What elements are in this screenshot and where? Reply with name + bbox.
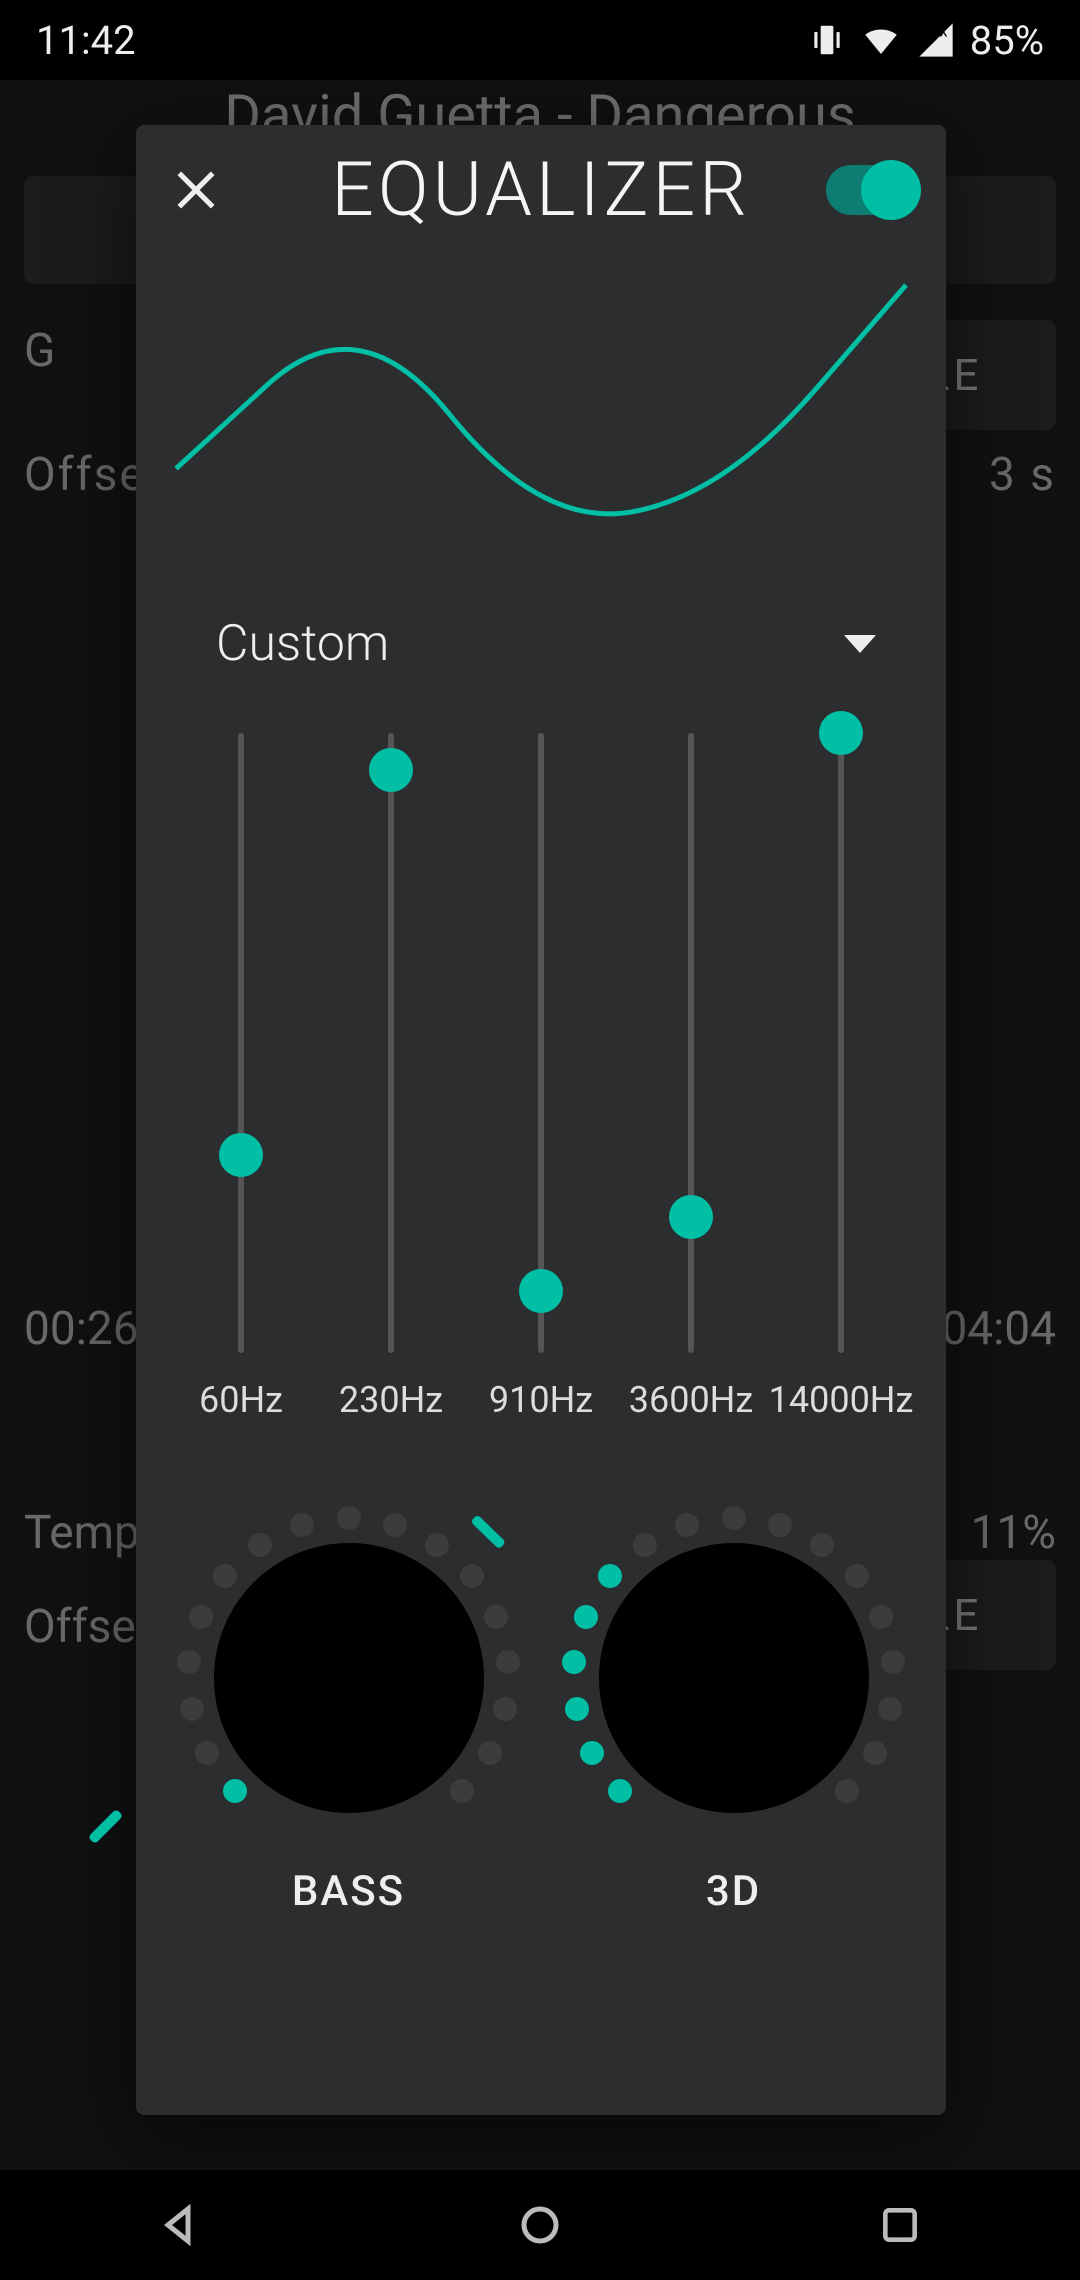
knob-tick — [223, 1779, 247, 1803]
toggle-thumb — [861, 160, 921, 220]
knob-tick — [337, 1506, 361, 1530]
equalizer-toggle[interactable] — [826, 165, 916, 215]
knob-tick — [869, 1605, 893, 1629]
slider-freq-label: 60Hz — [199, 1379, 283, 1421]
equalizer-modal: EQUALIZER Custom 60Hz 230Hz 910Hz 3600Hz 140… — [136, 125, 946, 2115]
eq-slider-230[interactable]: 230Hz — [316, 733, 466, 1443]
close-icon — [171, 165, 221, 215]
eq-curve — [136, 255, 946, 585]
offset-value: 3 s — [989, 448, 1056, 502]
knob-tick — [722, 1506, 746, 1530]
3d-knob-label: 3D — [706, 1867, 761, 1916]
home-icon — [516, 2201, 564, 2249]
preset-selector[interactable]: Custom — [136, 585, 946, 703]
knob-tick — [881, 1650, 905, 1674]
knob-tick — [580, 1741, 604, 1765]
navigation-bar — [0, 2170, 1080, 2280]
knob-tick — [810, 1533, 834, 1557]
knob-tick — [598, 1564, 622, 1588]
wifi-icon — [860, 19, 902, 61]
status-right: x 85% — [808, 17, 1044, 64]
svg-text:x: x — [939, 23, 947, 42]
preset-label: Custom — [216, 615, 389, 673]
time-current: 00:26 — [24, 1302, 139, 1356]
knob-tick — [484, 1605, 508, 1629]
modal-title: EQUALIZER — [331, 146, 751, 234]
knob-tick — [565, 1697, 589, 1721]
signal-icon: x — [916, 20, 956, 60]
knob-tick — [290, 1513, 314, 1537]
knob-tick — [425, 1533, 449, 1557]
back-icon — [156, 2201, 204, 2249]
eq-sliders: 60Hz 230Hz 910Hz 3600Hz 14000Hz — [136, 703, 946, 1443]
knob-tick — [845, 1564, 869, 1588]
knob-tick — [608, 1779, 632, 1803]
eq-slider-910[interactable]: 910Hz — [466, 733, 616, 1443]
slider-thumb — [819, 711, 863, 755]
knob-tick — [633, 1533, 657, 1557]
knob-tick — [460, 1564, 484, 1588]
recents-button[interactable] — [872, 2197, 928, 2253]
knobs-row: BASS 3D — [136, 1443, 946, 1916]
tempo-value: 11% — [971, 1506, 1056, 1560]
slider-track — [238, 733, 244, 1353]
knob-tick — [248, 1533, 272, 1557]
knob-tick — [195, 1741, 219, 1765]
knob-tick — [768, 1513, 792, 1537]
tempo-label: Temp — [24, 1506, 140, 1560]
bass-knob-label: BASS — [292, 1867, 405, 1916]
slider-track — [688, 733, 694, 1353]
knob-tick — [562, 1650, 586, 1674]
knob-tick — [450, 1779, 474, 1803]
close-button[interactable] — [166, 160, 226, 220]
slider-freq-label: 3600Hz — [629, 1379, 753, 1421]
slider-thumb — [519, 1269, 563, 1313]
eq-curve-svg — [136, 255, 946, 585]
recents-icon — [878, 2203, 922, 2247]
knob-tick — [675, 1513, 699, 1537]
knob-tick — [478, 1741, 502, 1765]
eq-slider-3600[interactable]: 3600Hz — [616, 733, 766, 1443]
offset2-label: Offse — [24, 1600, 136, 1654]
knob-tick — [383, 1513, 407, 1537]
knob-tick — [835, 1779, 859, 1803]
knob-tick — [574, 1605, 598, 1629]
slider-freq-label: 14000Hz — [769, 1379, 914, 1421]
knob-tick — [496, 1650, 520, 1674]
slider-track — [838, 733, 844, 1353]
slider-freq-label: 230Hz — [339, 1379, 443, 1421]
status-battery: 85% — [970, 17, 1044, 64]
knob-tick — [863, 1741, 887, 1765]
knob-tick — [493, 1697, 517, 1721]
eq-slider-60[interactable]: 60Hz — [166, 733, 316, 1443]
bass-knob[interactable] — [174, 1503, 524, 1853]
status-bar: 11:42 x 85% — [0, 0, 1080, 80]
knob-tick — [180, 1697, 204, 1721]
slider-thumb — [219, 1133, 263, 1177]
slider-thumb — [669, 1195, 713, 1239]
knob-tick — [878, 1697, 902, 1721]
knob-tick — [213, 1564, 237, 1588]
slider-thumb — [369, 748, 413, 792]
vibrate-icon — [808, 21, 846, 59]
modal-header: EQUALIZER — [136, 125, 946, 255]
knob-tick — [189, 1605, 213, 1629]
time-total: 04:04 — [941, 1302, 1056, 1356]
slider-track — [388, 733, 394, 1353]
back-button[interactable] — [152, 2197, 208, 2253]
3d-knob[interactable] — [559, 1503, 909, 1853]
home-button[interactable] — [512, 2197, 568, 2253]
chevron-down-icon — [844, 635, 876, 653]
slider-freq-label: 910Hz — [489, 1379, 593, 1421]
slider-track — [538, 733, 544, 1353]
knob-tick — [177, 1650, 201, 1674]
status-time: 11:42 — [36, 17, 136, 64]
eq-slider-14000[interactable]: 14000Hz — [766, 733, 916, 1443]
